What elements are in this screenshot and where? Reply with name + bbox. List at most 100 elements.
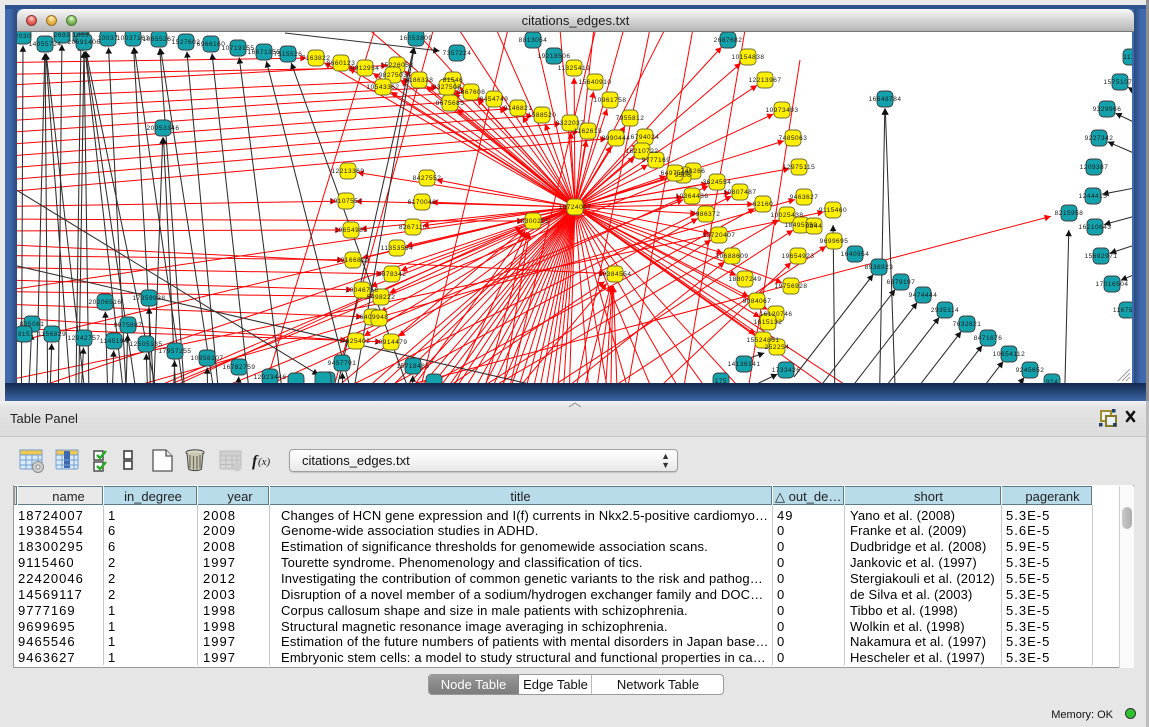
svg-text:8215958: 8215958	[1055, 210, 1084, 217]
svg-text:8454749: 8454749	[480, 96, 509, 103]
svg-text:12213369: 12213369	[332, 168, 365, 175]
svg-text:2867608: 2867608	[457, 89, 486, 96]
svg-text:8322037: 8322037	[556, 120, 585, 127]
svg-text:1244415: 1244415	[1079, 193, 1108, 200]
svg-text:10973493: 10973493	[766, 107, 799, 114]
svg-text:15226058: 15226058	[381, 62, 414, 69]
svg-text:8990444: 8990444	[602, 135, 631, 142]
svg-text:20691406: 20691406	[68, 39, 101, 46]
svg-text:12975115: 12975115	[783, 164, 815, 171]
svg-text:15692971: 15692971	[1085, 253, 1118, 260]
svg-text:9457791: 9457791	[328, 360, 357, 367]
svg-text:10914479: 10914479	[375, 339, 408, 346]
svg-text:5498222: 5498222	[367, 294, 396, 301]
svg-text:1733426: 1733426	[772, 367, 801, 374]
svg-text:835061: 835061	[20, 321, 45, 328]
svg-text:7515526: 7515526	[274, 51, 303, 58]
svg-text:12505135: 12505135	[130, 341, 163, 348]
svg-text:8186328: 8186328	[405, 77, 434, 84]
svg-text:20053346: 20053346	[147, 125, 180, 132]
svg-text:16053809: 16053809	[400, 35, 433, 42]
svg-text:16409948: 16409948	[356, 314, 389, 321]
svg-text:17016504: 17016504	[1096, 281, 1129, 288]
svg-text:11325419: 11325419	[558, 65, 590, 72]
svg-text:7632621: 7632621	[953, 321, 982, 328]
svg-text:1156829: 1156829	[38, 331, 66, 338]
svg-text:16782759: 16782759	[223, 364, 256, 371]
svg-text:8813054: 8813054	[519, 37, 548, 44]
svg-text:10364436: 10364436	[676, 193, 709, 200]
svg-text:9844: 9844	[806, 223, 822, 230]
svg-text:15720407: 15720407	[703, 232, 736, 239]
svg-text:62160: 62160	[753, 201, 774, 208]
svg-text:10654112: 10654112	[993, 351, 1025, 358]
svg-text:18724007: 18724007	[559, 204, 592, 211]
svg-text:9115460: 9115460	[819, 207, 847, 214]
svg-text:7357224: 7357224	[443, 50, 472, 57]
svg-text:16210722: 16210722	[626, 148, 659, 155]
svg-text:9245652: 9245652	[1016, 367, 1045, 374]
svg-text:39151: 39151	[17, 331, 34, 338]
svg-text:14136141: 14136141	[728, 361, 761, 368]
svg-text:8427552: 8427552	[413, 175, 442, 182]
svg-text:7485063: 7485063	[779, 135, 808, 142]
svg-text:10046756: 10046756	[346, 287, 379, 294]
svg-text:2030: 2030	[17, 33, 31, 40]
svg-text:16210643: 16210643	[1079, 224, 1112, 231]
svg-text:9146821: 9146821	[504, 105, 533, 112]
svg-text:20206516: 20206516	[89, 299, 122, 306]
svg-text:9084067: 9084067	[743, 298, 772, 305]
svg-text:2935114: 2935114	[931, 307, 959, 314]
svg-text:1117: 1117	[1123, 54, 1132, 61]
svg-text:924: 924	[1046, 379, 1058, 383]
svg-text:12213967: 12213967	[749, 77, 782, 84]
svg-text:10961758: 10961758	[594, 97, 627, 104]
svg-text:6794024: 6794024	[631, 134, 660, 141]
svg-text:8471676: 8471676	[974, 335, 1003, 342]
svg-text:6879197: 6879197	[887, 279, 916, 286]
svg-text:12942757: 12942757	[68, 335, 101, 342]
svg-text:8912954: 8912954	[351, 65, 380, 72]
svg-text:9975887: 9975887	[114, 322, 143, 329]
svg-text:9474444: 9474444	[909, 292, 938, 299]
svg-text:81546: 81546	[443, 77, 464, 84]
svg-text:16648784: 16648784	[869, 96, 902, 103]
svg-text:10688609: 10688609	[716, 253, 749, 260]
svg-text:19218506: 19218506	[538, 53, 571, 60]
svg-text:8938923: 8938923	[865, 264, 894, 271]
svg-text:10025438: 10025438	[771, 212, 804, 219]
svg-text:2693: 2693	[54, 32, 70, 39]
svg-text:10037: 10037	[98, 35, 119, 42]
svg-text:1003: 1003	[73, 32, 89, 39]
svg-text:10543362: 10543362	[367, 84, 400, 91]
svg-text:9227342: 9227342	[1085, 135, 1114, 142]
svg-text:17957255: 17957255	[159, 348, 192, 355]
svg-text:8675685: 8675685	[436, 100, 465, 107]
svg-text:1615132: 1615132	[754, 319, 783, 326]
svg-text:8878342: 8878342	[378, 271, 407, 278]
svg-text:10154838: 10154838	[732, 54, 765, 61]
svg-text:1162615: 1162615	[574, 128, 602, 135]
svg-text:19166829: 19166829	[337, 257, 370, 264]
svg-text:7986372: 7986372	[692, 211, 721, 218]
svg-text:8267110: 8267110	[399, 224, 427, 231]
svg-text:9699695: 9699695	[820, 238, 849, 245]
svg-text:17359938: 17359938	[133, 295, 166, 302]
svg-text:16120746: 16120746	[760, 311, 793, 318]
svg-text:9827503: 9827503	[379, 72, 408, 79]
svg-text:10807487: 10807487	[724, 189, 757, 196]
svg-text:1209387: 1209387	[1080, 164, 1109, 171]
svg-text:1145194: 1145194	[100, 338, 128, 345]
svg-text:(x): (x)	[258, 456, 271, 468]
svg-text:15640910: 15640910	[579, 79, 612, 86]
svg-text:14055724: 14055724	[29, 41, 62, 48]
svg-text:10107554: 10107554	[330, 198, 363, 205]
svg-text:19654985: 19654985	[335, 227, 368, 234]
svg-text:10655267: 10655267	[143, 36, 176, 43]
svg-text:18807249: 18807249	[729, 276, 762, 283]
svg-text:19384554: 19384554	[599, 271, 632, 278]
svg-text:15524851: 15524851	[747, 337, 780, 344]
svg-text:1167533: 1167533	[1113, 307, 1132, 314]
svg-text:3624554: 3624554	[703, 179, 732, 186]
svg-text:10958107: 10958107	[191, 355, 224, 362]
